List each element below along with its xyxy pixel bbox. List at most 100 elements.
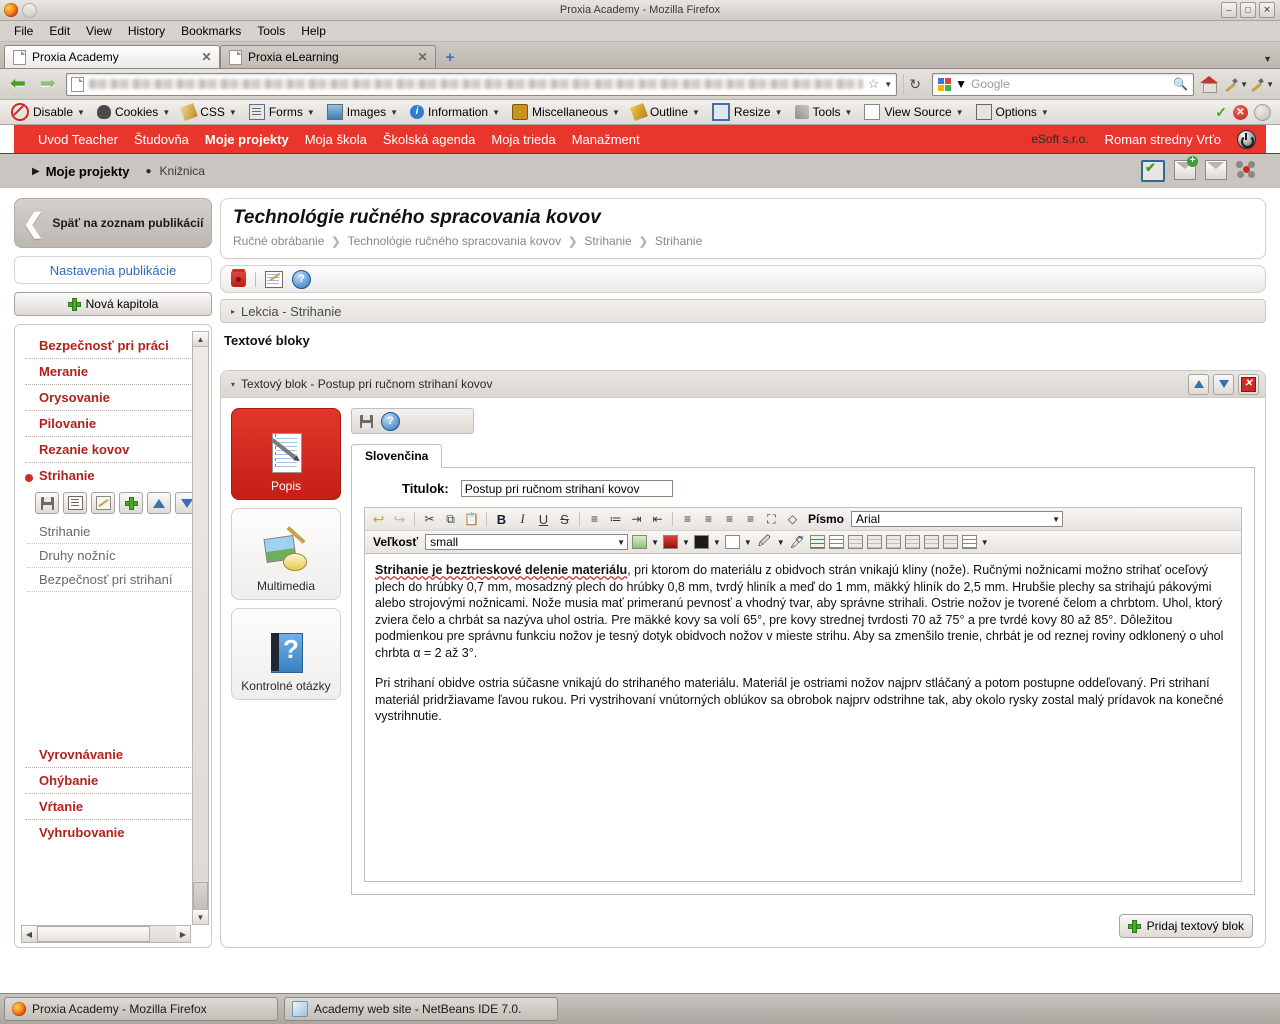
mode-kontrolne-otazky[interactable]: ? Kontrolné otázky	[231, 608, 341, 700]
chapter-item[interactable]: Vyhrubovanie	[25, 820, 201, 845]
status-idle-icon[interactable]	[1254, 103, 1271, 121]
chevron-down-icon[interactable]: ▼	[651, 538, 659, 547]
cut-icon[interactable]: ✂	[421, 511, 438, 528]
new-chapter-button[interactable]: Nová kapitola	[14, 292, 212, 316]
menu-help[interactable]: Help	[293, 22, 334, 40]
unlink-icon[interactable]: 🖊	[789, 534, 806, 551]
menu-history[interactable]: History	[120, 22, 173, 40]
audio-icon[interactable]	[724, 535, 740, 549]
breadcrumb-item[interactable]: Strihanie	[655, 234, 702, 248]
nav-moje-projekty[interactable]: Moje projekty	[197, 132, 297, 147]
tab-slovencina[interactable]: Slovenčina	[351, 444, 443, 468]
chapter-save-button[interactable]	[35, 492, 59, 514]
breadcrumb-item[interactable]: Technológie ručného spracovania kovov	[348, 234, 561, 248]
devtool-tools[interactable]: Tools ▼	[789, 103, 859, 121]
collapse-triangle-icon[interactable]: ▾	[231, 380, 235, 389]
outdent-icon[interactable]: ⇤	[649, 511, 666, 528]
validation-error-icon[interactable]: ✕	[1233, 104, 1248, 120]
minimize-button[interactable]: –	[1221, 2, 1237, 18]
scroll-thumb[interactable]	[193, 882, 208, 910]
align-center-icon[interactable]: ≡	[700, 511, 717, 528]
devtool-cookies[interactable]: Cookies ▼	[91, 103, 176, 121]
nav-uvod-teacher[interactable]: Uvod Teacher	[30, 132, 126, 147]
lesson-item[interactable]: Strihanie	[27, 520, 201, 544]
copy-icon[interactable]: ⧉	[442, 511, 459, 528]
taskbar-item-firefox[interactable]: Proxia Academy - Mozilla Firefox	[4, 997, 278, 1021]
note-edit-icon[interactable]	[265, 270, 283, 288]
expand-triangle-icon[interactable]: ▶	[32, 166, 40, 177]
table-icon[interactable]	[809, 535, 825, 549]
lesson-collapsible-bar[interactable]: ▸ Lekcia - Strihanie	[220, 299, 1266, 323]
font-family-select[interactable]: Arial ▼	[851, 511, 1064, 527]
tab-close-icon[interactable]: ✕	[200, 51, 213, 64]
clipboard-check-icon[interactable]	[1141, 160, 1165, 182]
nav-studovna[interactable]: Študovňa	[126, 132, 197, 147]
align-left-icon[interactable]: ≡	[679, 511, 696, 528]
search-icon[interactable]: 🔍	[1173, 77, 1188, 91]
chevron-down-icon[interactable]: ▼	[884, 80, 892, 89]
mail-icon[interactable]	[1205, 160, 1227, 180]
devtool-options[interactable]: Options ▼	[970, 102, 1055, 122]
chapter-item[interactable]: Vyrovnávanie	[25, 742, 201, 768]
scroll-left-icon[interactable]: ◀	[22, 926, 36, 942]
devtool-outline[interactable]: Outline ▼	[626, 103, 706, 121]
molecule-icon[interactable]	[1236, 160, 1256, 178]
add-text-block-button[interactable]: Pridaj textový blok	[1118, 914, 1253, 938]
forward-button[interactable]: ➡	[36, 73, 60, 95]
block-delete-button[interactable]: ✕	[1238, 373, 1259, 395]
link-icon[interactable]: 🖉	[756, 534, 773, 551]
strikethrough-icon[interactable]: S	[556, 511, 573, 528]
menu-view[interactable]: View	[78, 22, 120, 40]
table-merge-icon[interactable]	[904, 535, 920, 549]
devtool-css[interactable]: CSS ▼	[176, 103, 243, 121]
highlighter-icon[interactable]	[1224, 77, 1238, 91]
chevron-down-icon[interactable]: ▼	[777, 538, 785, 547]
media-icon[interactable]	[693, 535, 709, 549]
image-icon[interactable]	[632, 535, 648, 549]
reload-button[interactable]: ↻	[903, 73, 926, 95]
title-input[interactable]: Postup pri ručnom strihaní kovov	[460, 480, 673, 497]
chevron-down-icon[interactable]: ▼	[713, 538, 721, 547]
align-justify-icon[interactable]: ≡	[742, 511, 759, 528]
nav-manazment[interactable]: Manažment	[564, 132, 648, 147]
block-move-down-button[interactable]	[1213, 373, 1234, 395]
devtool-information[interactable]: i Information ▼	[404, 103, 506, 121]
chevron-down-icon[interactable]: ▼	[1266, 80, 1274, 89]
mode-multimedia[interactable]: Multimedia	[231, 508, 341, 600]
sidebar-vertical-scrollbar[interactable]: ▲ ▼	[192, 331, 209, 925]
chapter-item[interactable]: Meranie	[25, 359, 201, 385]
devtool-view-source[interactable]: View Source ▼	[858, 102, 969, 122]
breadcrumb-item[interactable]: Ručné obrábanie	[233, 234, 324, 248]
chevron-down-icon[interactable]: ▼	[981, 538, 989, 547]
scroll-up-icon[interactable]: ▲	[193, 332, 208, 347]
breadcrumb-item[interactable]: Strihanie	[584, 234, 631, 248]
nav-moja-skola[interactable]: Moja škola	[297, 132, 375, 147]
tab-proxia-elearning[interactable]: Proxia eLearning ✕	[220, 45, 436, 68]
chapter-item[interactable]: Pilovanie	[25, 411, 201, 437]
paste-icon[interactable]: 📋	[463, 511, 480, 528]
chapter-item[interactable]: Vŕtanie	[25, 794, 201, 820]
save-icon[interactable]	[360, 414, 373, 428]
chapter-item[interactable]: Orysovanie	[25, 385, 201, 411]
scroll-right-icon[interactable]: ▶	[176, 926, 190, 942]
fullscreen-icon[interactable]: ⛶	[763, 511, 780, 528]
home-icon[interactable]	[1200, 76, 1219, 93]
devtool-miscellaneous[interactable]: Miscellaneous ▼	[506, 102, 626, 122]
nav-moja-trieda[interactable]: Moja trieda	[483, 132, 563, 147]
new-tab-button[interactable]: +	[440, 47, 460, 67]
unordered-list-icon[interactable]: ≔	[607, 511, 624, 528]
chapter-add-button[interactable]	[119, 492, 143, 514]
devtool-disable[interactable]: Disable ▼	[5, 101, 91, 123]
help-icon[interactable]: ?	[381, 411, 400, 431]
ordered-list-icon[interactable]: ≡	[586, 511, 603, 528]
menu-file[interactable]: File	[6, 22, 41, 40]
chapter-list-button[interactable]	[63, 492, 87, 514]
table-column-icon[interactable]	[885, 535, 901, 549]
lesson-item[interactable]: Druhy nožníc	[27, 544, 201, 568]
menu-tools[interactable]: Tools	[249, 22, 293, 40]
search-bar[interactable]: ▼ Google 🔍	[932, 72, 1195, 96]
back-button[interactable]: ⬅	[6, 73, 30, 95]
scroll-down-icon[interactable]: ▼	[193, 909, 208, 924]
subnav-main-label[interactable]: Moje projekty	[46, 164, 130, 179]
search-engine-chevron-down-icon[interactable]: ▼	[955, 77, 967, 91]
